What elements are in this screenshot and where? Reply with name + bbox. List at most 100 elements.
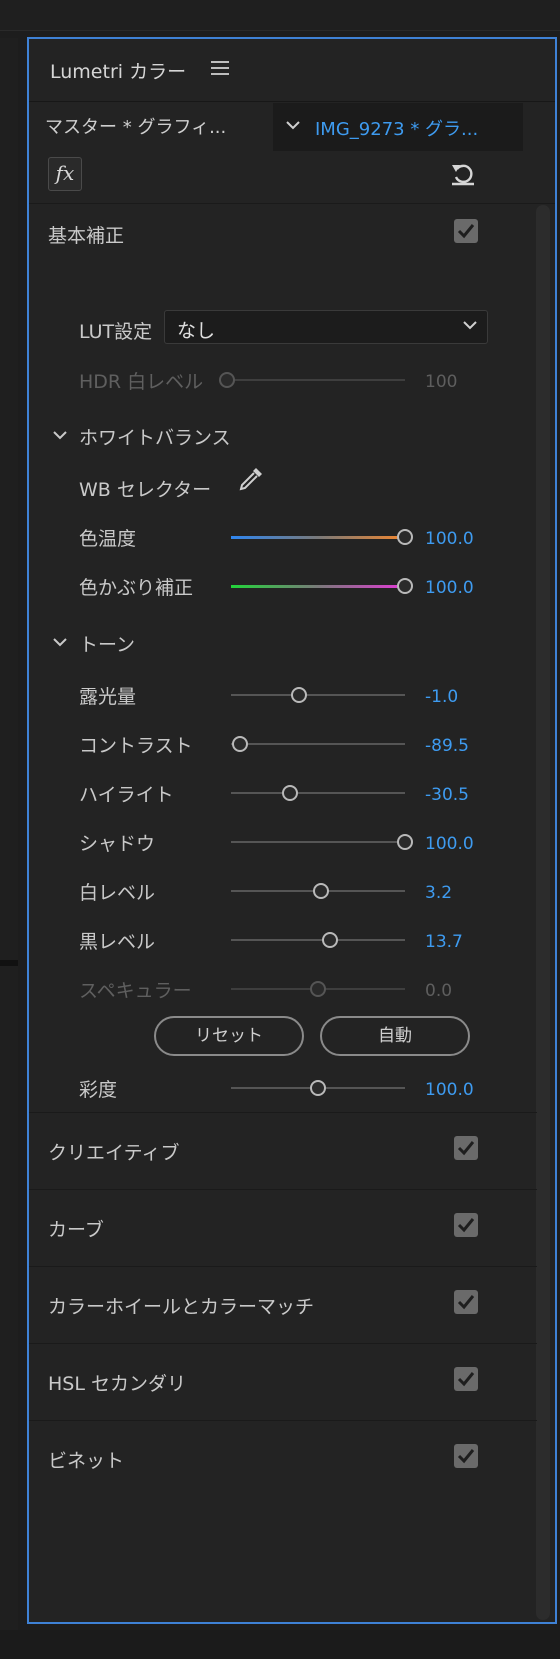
tone-slider-value[interactable]: -1.0 [425,687,458,707]
slider-track [231,841,405,843]
temperature-slider[interactable] [231,529,413,545]
section-divider [29,1112,537,1113]
check-icon [457,1141,475,1156]
hdr-white-slider [219,372,405,388]
lumetri-color-panel: Lumetri カラー マスター * グラフィ... IMG_9273 * グラ… [27,37,557,1624]
tint-knob[interactable] [397,578,413,594]
tone-slider [231,981,405,997]
tone-slider-value[interactable]: 3.2 [425,883,452,903]
effect-tabs: マスター * グラフィ... IMG_9273 * グラ... [29,101,555,153]
panel-header: Lumetri カラー [29,39,555,102]
check-icon [457,1449,475,1464]
temperature-label: 色温度 [79,528,137,550]
section-enable-checkbox[interactable] [454,1444,478,1468]
section-title[interactable]: クリエイティブ [48,1138,179,1165]
slider-knob[interactable] [313,883,330,899]
hdr-white-label: HDR 白レベル [79,371,204,393]
tone-slider-value: 0.0 [425,981,453,1001]
hdr-white-value: 100 [425,372,458,392]
slider-track [231,743,405,745]
tone-slider-label: スペキュラー [79,980,192,1002]
tone-slider[interactable] [231,932,405,948]
tint-label: 色かぶり補正 [79,577,194,599]
tone-slider-value[interactable]: -89.5 [425,736,469,756]
bottom-bar [0,1630,560,1659]
tone-slider-label: 白レベル [79,882,156,904]
tone-slider[interactable] [231,687,405,703]
lut-dropdown[interactable]: なし [164,310,488,344]
tone-slider-label: シャドウ [79,833,156,855]
tone-slider-label: 露光量 [79,686,137,708]
tone-slider-value[interactable]: 13.7 [425,932,463,952]
check-icon [457,1295,475,1310]
lut-dropdown-value: なし [177,320,216,342]
wb-selector-label: WB セレクター [79,479,212,501]
tone-auto-button[interactable]: 自動 [320,1016,470,1056]
basic-enable-checkbox[interactable] [454,219,478,243]
temperature-knob[interactable] [397,529,413,545]
tone-section-title[interactable]: トーン [79,630,135,657]
lut-label: LUT設定 [79,321,153,343]
slider-knob[interactable] [397,834,413,850]
slider-knob [310,981,326,997]
left-panel-divider [0,960,18,966]
tone-slider-value[interactable]: -30.5 [425,785,469,805]
hdr-white-knob [219,372,235,388]
tone-slider-label: ハイライト [79,784,174,806]
section-enable-checkbox[interactable] [454,1213,478,1237]
check-icon [457,1372,475,1387]
section-title-basic[interactable]: 基本補正 [48,221,124,248]
left-panel-strip [0,38,18,1638]
slider-knob[interactable] [290,687,307,703]
tone-slider[interactable] [231,834,413,850]
slider-track [231,939,405,941]
section-divider [29,1189,537,1190]
vertical-scrollbar[interactable] [536,205,550,1620]
slider-knob[interactable] [282,785,299,801]
tint-slider[interactable] [231,578,413,594]
check-icon [457,224,475,239]
chevron-down-icon [463,321,477,330]
slider-knob[interactable] [322,932,339,948]
section-title[interactable]: カーブ [48,1215,104,1242]
section-title[interactable]: ビネット [48,1446,124,1473]
section-enable-checkbox[interactable] [454,1367,478,1391]
wb-section-title[interactable]: ホワイトバランス [79,423,231,450]
section-title[interactable]: HSL セカンダリ [48,1369,186,1396]
slider-track [231,694,405,696]
slider-knob[interactable] [231,736,248,752]
tone-reset-button[interactable]: リセット [154,1016,304,1056]
chevron-down-icon[interactable] [53,430,67,440]
fx-bypass-button[interactable]: fx [48,157,82,191]
tone-slider[interactable] [231,883,405,899]
chevron-down-icon[interactable] [53,637,67,647]
section-divider [29,1343,537,1344]
check-icon [457,1218,475,1233]
tab-master[interactable]: マスター * グラフィ... [45,113,265,139]
chevron-down-icon [286,121,300,130]
tone-slider-label: コントラスト [79,735,193,757]
section-divider [29,1420,537,1421]
section-enable-checkbox[interactable] [454,1136,478,1160]
reset-effect-icon[interactable] [449,159,477,187]
tone-slider-label: 黒レベル [79,931,156,953]
temperature-value[interactable]: 100.0 [425,529,474,549]
panel-title: Lumetri カラー [50,61,187,83]
eyedropper-icon[interactable] [236,464,266,494]
saturation-slider[interactable] [231,1080,405,1096]
top-bar [0,0,560,31]
tone-slider[interactable] [231,785,405,801]
tab-clip[interactable]: IMG_9273 * グラ... [273,103,523,151]
panel-menu-icon[interactable] [211,61,229,75]
saturation-label: 彩度 [79,1079,118,1101]
tint-value[interactable]: 100.0 [425,578,474,598]
saturation-value[interactable]: 100.0 [425,1080,474,1100]
section-title[interactable]: カラーホイールとカラーマッチ [48,1292,314,1319]
fx-toolbar: fx [29,153,555,204]
section-enable-checkbox[interactable] [454,1290,478,1314]
section-divider [29,1266,537,1267]
tone-slider-value[interactable]: 100.0 [425,834,474,854]
tone-slider[interactable] [231,736,405,752]
tab-clip-label: IMG_9273 * グラ... [315,119,479,140]
saturation-knob[interactable] [310,1080,326,1096]
